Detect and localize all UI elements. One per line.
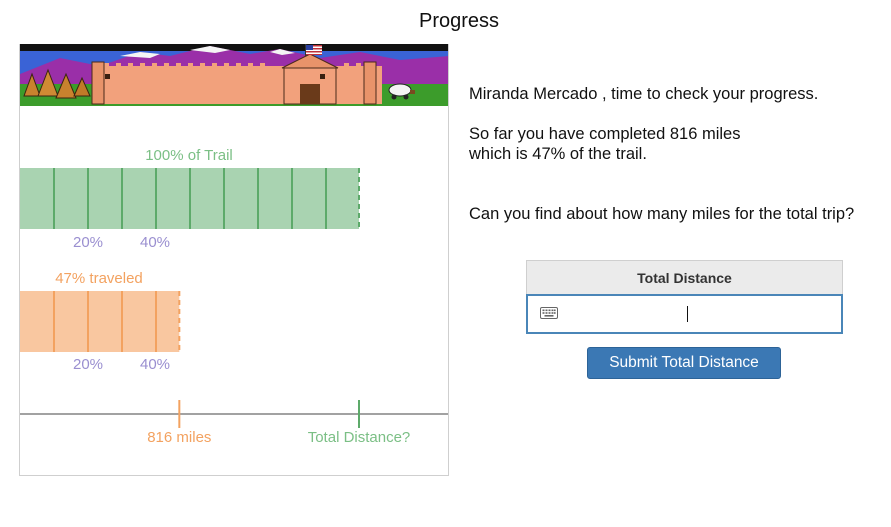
- fort-scene-image: [20, 44, 448, 106]
- completed-percent-text: which is 47% of the trail.: [469, 145, 647, 163]
- submit-total-distance-button[interactable]: Submit Total Distance: [587, 347, 781, 379]
- trail-tick-label-20: 20%: [73, 234, 103, 251]
- total-distance-label: Total Distance?: [308, 429, 411, 446]
- traveled-bar-label: 47% traveled: [55, 270, 143, 287]
- traveled-miles-label: 816 miles: [147, 429, 211, 446]
- trail-tick-label-40: 40%: [140, 234, 170, 251]
- progress-message: Miranda Mercado , time to check your pro…: [469, 84, 889, 224]
- total-distance-input-wrapper[interactable]: [526, 294, 843, 334]
- traveled-tick-label-40: 40%: [140, 356, 170, 373]
- total-distance-input[interactable]: [568, 300, 835, 330]
- us-flag-icon: [305, 44, 322, 56]
- greeting-text: Miranda Mercado , time to check your pro…: [469, 85, 819, 103]
- progress-diagram-panel: 100% of Trail 20% 40% 47% traveled 20% 4…: [19, 44, 449, 476]
- total-distance-header: Total Distance: [526, 260, 843, 294]
- completed-miles-text: So far you have completed 816 miles: [469, 125, 741, 143]
- total-distance-answer-box: Total Distance: [526, 260, 843, 334]
- traveled-tick-label-20: 20%: [73, 356, 103, 373]
- text-caret: [687, 306, 688, 322]
- keyboard-icon[interactable]: [540, 307, 558, 319]
- trail-bar-label: 100% of Trail: [145, 147, 233, 164]
- progress-bars-diagram: 100% of Trail 20% 40% 47% traveled 20% 4…: [20, 147, 448, 446]
- page-title: Progress: [418, 10, 500, 32]
- question-text: Can you find about how many miles for th…: [469, 205, 855, 223]
